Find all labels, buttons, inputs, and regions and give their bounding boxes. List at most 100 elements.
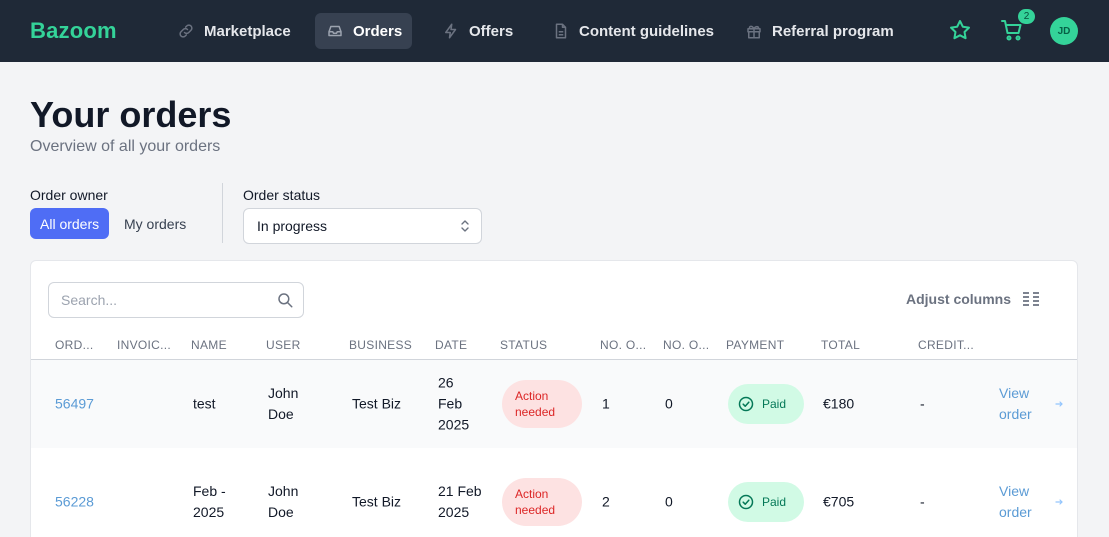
date-cell: 26 Feb 2025 [438, 373, 469, 436]
all-orders-button[interactable]: All orders [30, 208, 110, 239]
adjust-columns-label: Adjust columns [906, 291, 1012, 307]
no-b-cell: 0 [665, 493, 673, 510]
page-subtitle: Overview of all your orders [30, 138, 221, 155]
column-header-no-b[interactable]: NO. O... [663, 338, 709, 352]
nav-label-offers: Offers [469, 22, 514, 40]
user-first-name: John [268, 385, 299, 401]
payment-badge: Paid [728, 482, 804, 522]
name-cell: Feb - 2025 [193, 481, 226, 523]
top-navigation-bar: Bazoom Marketplace Orders Offers Content… [0, 0, 1109, 62]
payment-label: Paid [762, 397, 787, 411]
avatar[interactable]: JD [1050, 17, 1078, 45]
user-first-name: John [268, 483, 299, 499]
view-order-line-1: View [999, 385, 1030, 401]
view-order-link[interactable]: View order [999, 383, 1032, 425]
column-header-invoice[interactable]: INVOIC... [117, 338, 171, 352]
total-cell: €705 [823, 493, 855, 510]
filter-divider [222, 183, 223, 243]
view-order-line-2: order [999, 406, 1032, 422]
column-header-credit[interactable]: CREDIT... [918, 338, 974, 352]
user-last-name: Doe [268, 504, 294, 520]
business-cell: Test Biz [352, 395, 402, 412]
payment-badge: Paid [728, 384, 804, 424]
view-order-link[interactable]: View order [999, 481, 1032, 523]
link-icon [176, 21, 196, 41]
user-cell: John Doe [268, 383, 298, 425]
date-day: 26 [438, 374, 454, 391]
nav-item-referral-program[interactable]: Referral program [734, 13, 904, 49]
status-line-2: needed [515, 503, 556, 517]
search-box[interactable] [48, 282, 304, 318]
page-title: Your orders [30, 94, 232, 135]
user-cell: John Doe [268, 481, 298, 523]
status-badge: Action needed [502, 478, 582, 526]
total-cell: €180 [823, 395, 855, 412]
orders-table-card: Adjust columns ORD... INVOIC... NAME USE… [30, 260, 1078, 537]
user-last-name: Doe [268, 406, 294, 422]
order-status-label: Order status [243, 187, 321, 203]
document-icon [551, 21, 571, 41]
nav-item-offers[interactable]: Offers [431, 13, 523, 49]
arrow-right-icon[interactable] [1055, 498, 1063, 506]
inbox-icon [325, 21, 345, 41]
column-header-no-a[interactable]: NO. O... [600, 338, 646, 352]
lightning-icon [441, 21, 461, 41]
no-a-cell: 1 [602, 395, 610, 412]
date-cell: 21 Feb 2025 [438, 481, 482, 523]
order-status-value: In progress [257, 218, 328, 234]
column-header-name[interactable]: NAME [191, 338, 227, 352]
date-year: 2025 [438, 504, 470, 520]
payment-label: Paid [762, 495, 787, 509]
status-line-2: needed [515, 405, 556, 419]
order-id-link[interactable]: 56228 [55, 492, 94, 513]
column-header-date[interactable]: DATE [435, 338, 467, 352]
brand-logo[interactable]: Bazoom [30, 18, 117, 44]
name-line: 2025 [193, 504, 225, 520]
date-day-month: 21 Feb [438, 483, 482, 499]
check-circle-icon [738, 494, 754, 510]
columns-list-icon [1023, 292, 1040, 306]
no-b-cell: 0 [665, 395, 673, 412]
nav-label-marketplace: Marketplace [204, 22, 291, 40]
column-header-user[interactable]: USER [266, 338, 301, 352]
arrow-right-icon[interactable] [1055, 400, 1063, 408]
cart-count-badge: 2 [1018, 9, 1035, 24]
table-row[interactable]: 56497 test John Doe Test Biz 26 Feb 2025… [31, 360, 1077, 448]
name-line: Feb - [193, 483, 226, 499]
column-header-total[interactable]: TOTAL [821, 338, 860, 352]
column-header-business[interactable]: BUSINESS [349, 338, 412, 352]
search-input[interactable] [61, 292, 261, 308]
favorites-star-icon[interactable] [947, 17, 973, 43]
no-a-cell: 2 [602, 493, 610, 510]
status-badge: Action needed [502, 380, 582, 428]
status-line-1: Action [515, 487, 549, 501]
nav-item-marketplace[interactable]: Marketplace [166, 13, 301, 49]
nav-label-orders: Orders [353, 22, 403, 40]
search-icon[interactable] [276, 291, 294, 309]
my-orders-button[interactable]: My orders [114, 208, 196, 239]
date-month: Feb [438, 395, 463, 412]
view-order-line-1: View [999, 483, 1030, 499]
date-year: 2025 [438, 416, 470, 433]
business-cell: Test Biz [352, 493, 402, 510]
check-circle-icon [738, 396, 754, 412]
adjust-columns-button[interactable]: Adjust columns [906, 291, 1040, 307]
nav-item-content-guidelines[interactable]: Content guidelines [541, 13, 724, 49]
name-cell: test [193, 394, 216, 415]
chevron-up-down-icon [461, 220, 469, 232]
view-order-line-2: order [999, 504, 1032, 520]
credit-cell: - [920, 493, 925, 510]
credit-cell: - [920, 395, 925, 412]
column-header-status[interactable]: STATUS [500, 338, 547, 352]
order-id-link[interactable]: 56497 [55, 394, 94, 415]
table-row[interactable]: 56228 Feb - 2025 John Doe Test Biz 21 Fe… [31, 458, 1077, 537]
column-header-payment[interactable]: PAYMENT [726, 338, 784, 352]
name-line: test [193, 395, 216, 412]
gift-icon [744, 21, 764, 41]
nav-label-content-guidelines: Content guidelines [579, 22, 714, 40]
nav-label-referral-program: Referral program [772, 22, 894, 40]
order-status-select[interactable]: In progress [243, 208, 482, 244]
order-owner-label: Order owner [30, 187, 108, 203]
column-header-order[interactable]: ORD... [55, 338, 93, 352]
nav-item-orders[interactable]: Orders [315, 13, 413, 49]
